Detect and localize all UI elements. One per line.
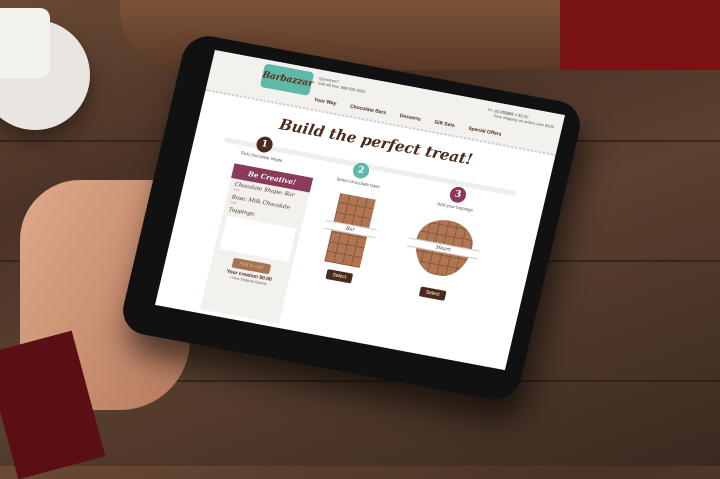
option-heart[interactable]: Heart Select <box>404 215 480 305</box>
option-bar[interactable]: Bar Select <box>320 193 377 285</box>
site-logo[interactable]: Barbazzar <box>259 63 315 96</box>
option-label: Bar <box>323 220 377 239</box>
chocolate-bar-image: Bar <box>323 193 377 268</box>
option-label: Heart <box>406 236 480 259</box>
select-heart-button[interactable]: Select <box>418 286 447 301</box>
nav-chocolate-bars[interactable]: Chocolate Bars <box>349 104 386 117</box>
nav-gift-sets[interactable]: Gift Sets <box>434 119 456 129</box>
step-label: Add your toppings <box>436 201 474 213</box>
step-number: 1 <box>254 135 275 154</box>
step-2: 2 Select chocolate base <box>318 156 402 193</box>
step-number: 3 <box>448 185 468 205</box>
cart-link[interactable]: 🛒 ITEMS: 0 $0.00 Free shipping on orders … <box>493 108 555 129</box>
red-fabric <box>560 0 720 70</box>
nav-your-way[interactable]: Your Way <box>313 97 337 107</box>
coffee-cup <box>0 8 50 78</box>
chocolate-heart-image: Heart <box>406 215 480 281</box>
nav-special-offers[interactable]: Special Offers <box>468 126 502 138</box>
creation-sidebar: Be Creative! Chocolate Shape: Bar Edit Ba… <box>200 163 314 324</box>
select-bar-button[interactable]: Select <box>325 269 354 284</box>
step-number: 2 <box>351 161 371 180</box>
nav-desserts[interactable]: Desserts <box>399 113 421 123</box>
